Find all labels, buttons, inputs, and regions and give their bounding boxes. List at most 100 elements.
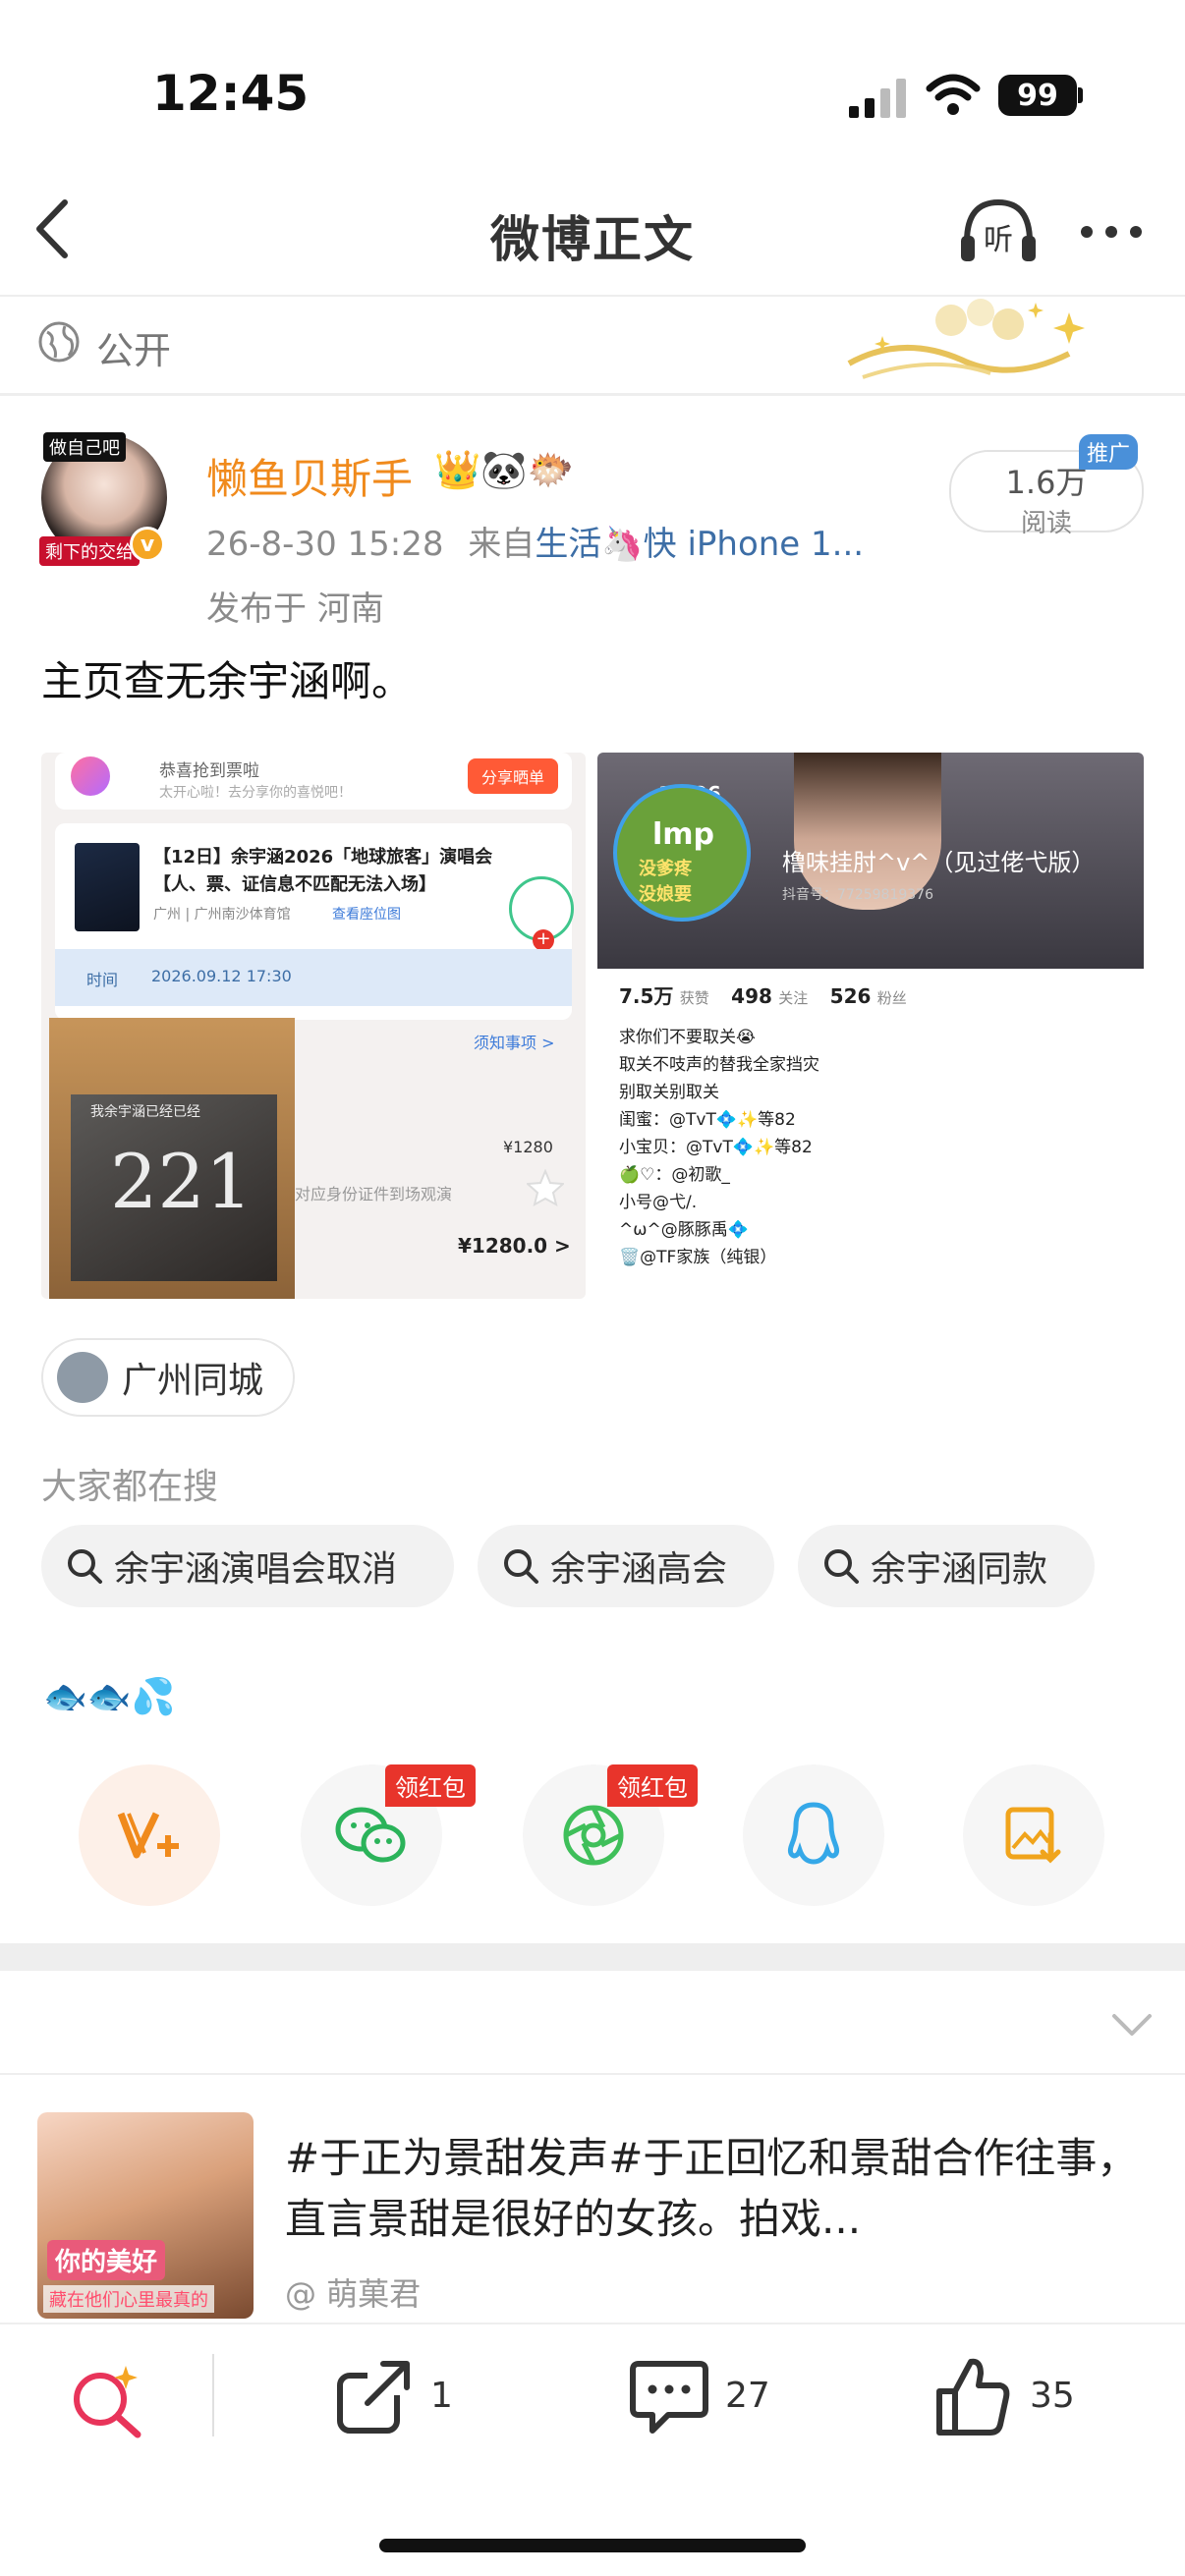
concert-poster xyxy=(75,843,140,931)
avatar-tag-bottom: 剩下的交给 xyxy=(39,536,140,566)
more-options-icon[interactable] xyxy=(1079,224,1144,240)
likes-count: 7.5万 xyxy=(619,984,674,1008)
price-2: ¥1280.0 > xyxy=(458,1234,571,1258)
rec-divider xyxy=(0,2073,1185,2075)
search-chip-label: 余宇涵同款 xyxy=(871,1549,1048,1590)
decorative-ribbon-icon xyxy=(847,299,1085,379)
thumbnail-subcaption: 藏在他们心里最真的 xyxy=(43,2285,214,2313)
status-time: 12:45 xyxy=(152,65,310,122)
search-chip-label: 余宇涵高会 xyxy=(550,1549,728,1590)
post-image-2[interactable]: 15:26 lmp 没爹疼 没娘要 橹味挂肘^v^（见过佬弋版） 抖音号：772… xyxy=(597,753,1144,1299)
followers-label: 粉丝 xyxy=(876,989,907,1007)
qq-icon xyxy=(787,1802,840,1865)
sticker-line-1: lmp xyxy=(652,817,715,852)
search-icon xyxy=(68,1549,102,1584)
bio-line: 别取关别取关 xyxy=(619,1083,719,1102)
bio-line: 小号@弋/. xyxy=(619,1193,698,1212)
section-separator xyxy=(0,1943,1185,1971)
battery-indicator: 99 xyxy=(998,75,1077,116)
bio-line: 求你们不要取关😭 xyxy=(619,1028,756,1047)
search-icon xyxy=(504,1549,538,1584)
globe-icon xyxy=(38,321,80,363)
cellular-signal-icon xyxy=(849,79,906,118)
comment-icon[interactable] xyxy=(629,2358,709,2436)
post-timestamp: 26-8-30 15:28 xyxy=(206,525,444,564)
wifi-icon xyxy=(926,74,981,115)
wechat-icon xyxy=(335,1807,406,1863)
share-qq-button[interactable] xyxy=(743,1764,884,1906)
bottom-bar-separator xyxy=(212,2354,214,2436)
id-note: 对应身份证件到场观演 xyxy=(295,1185,453,1204)
bio-line: 闺蜜：@TvT💠✨等82 xyxy=(619,1110,796,1130)
recommendation-author[interactable]: @ 萌菓君 xyxy=(285,2269,421,2315)
bio-line: 🍏♡：@初歌_ xyxy=(619,1165,730,1185)
recommendation-title[interactable]: #于正为景甜发声#于正回忆和景甜合作往事，直言景甜是很好的女孩。拍戏... xyxy=(285,2128,1150,2250)
user-badges[interactable]: 👑🐼🐡 xyxy=(434,448,574,492)
visibility-label: 公开 xyxy=(96,329,172,372)
notice-link: 须知事项 > xyxy=(474,1034,555,1052)
search-chip[interactable]: 余宇涵高会 xyxy=(478,1525,774,1607)
section-divider xyxy=(0,393,1185,396)
verified-badge-icon: v xyxy=(130,527,165,562)
promo-tag: 推广 xyxy=(1079,434,1139,470)
post-text: 主页查无余宇涵啊。 xyxy=(41,657,414,705)
location-chip[interactable]: 广州同城 xyxy=(41,1338,295,1417)
bio-line: 🗑️@TF家族（纯银） xyxy=(619,1248,777,1267)
ticket-banner-sub: 太开心啦！去分享你的喜悦吧！ xyxy=(159,785,352,801)
save-image-icon xyxy=(1005,1807,1061,1864)
thumbnail-caption: 你的美好 xyxy=(47,2240,166,2280)
location-chip-label: 广州同城 xyxy=(122,1361,264,1401)
building-icon xyxy=(57,1352,108,1403)
listen-label: 听 xyxy=(984,223,1013,257)
likes-label: 获赞 xyxy=(679,989,709,1007)
celebration-icon xyxy=(71,756,110,796)
post-image-1[interactable]: 恭喜抢到票啦 太开心啦！去分享你的喜悦吧！ 分享晒单 【12日】余宇涵2026「… xyxy=(41,753,586,1299)
avatar-tag-top: 做自己吧 xyxy=(43,432,126,462)
read-label: 阅读 xyxy=(1020,509,1072,538)
followers-count: 526 xyxy=(829,984,872,1008)
photo-caption: 我余宇涵已经已经 xyxy=(90,1104,200,1120)
share-vplus-button[interactable] xyxy=(79,1764,220,1906)
ticket-banner-text: 恭喜抢到票啦 xyxy=(159,761,259,781)
bio-line: ^ω^@豚豚禹💠 xyxy=(619,1220,749,1240)
profile-name: 橹味挂肘^v^（见过佬弋版） xyxy=(782,849,1096,876)
bio-line: 取关不吱声的替我全家挡灾 xyxy=(619,1055,819,1075)
bio-line: 小宝贝：@TvT💠✨等82 xyxy=(619,1138,813,1157)
ai-search-icon[interactable] xyxy=(67,2362,149,2440)
ticket-title: 【12日】余宇涵2026「地球旅客」演唱会 xyxy=(153,847,493,868)
repost-icon[interactable] xyxy=(334,2358,413,2436)
ticket-venue: 广州 | 广州南沙体育馆 xyxy=(153,907,291,923)
battery-tip xyxy=(1078,87,1083,103)
share-order-button: 分享晒单 xyxy=(468,758,559,794)
following-label: 关注 xyxy=(778,989,809,1007)
post-meta: 26-8-30 15:28 来自生活🦄快 iPhone 1... xyxy=(206,517,864,565)
repost-count[interactable]: 1 xyxy=(430,2376,453,2416)
like-count[interactable]: 35 xyxy=(1030,2376,1075,2416)
source-prefix: 来自 xyxy=(468,525,536,564)
moments-icon xyxy=(563,1805,624,1866)
sticker-line-3: 没娘要 xyxy=(639,884,692,905)
search-icon xyxy=(824,1549,859,1584)
like-thumb-icon[interactable] xyxy=(933,2354,1012,2438)
vplus-icon xyxy=(117,1812,179,1859)
profile-stats: 7.5万 获赞 498 关注 526 粉丝 xyxy=(619,980,907,1009)
home-indicator[interactable] xyxy=(379,2539,806,2552)
profile-id: 抖音号：77259819376 xyxy=(782,887,933,903)
post-location: 发布于 河南 xyxy=(206,589,384,629)
search-chip[interactable]: 余宇涵同款 xyxy=(798,1525,1095,1607)
save-image-button[interactable] xyxy=(963,1764,1104,1906)
search-chip[interactable]: 余宇涵演唱会取消 xyxy=(41,1525,454,1607)
profile-bio: 求你们不要取关😭 取关不吱声的替我全家挡灾 别取关别取关 闺蜜：@TvT💠✨等8… xyxy=(619,1024,819,1271)
search-chip-label: 余宇涵演唱会取消 xyxy=(114,1549,398,1590)
star-icon xyxy=(527,1169,564,1206)
red-packet-tag: 领红包 xyxy=(607,1764,698,1807)
post-source-link[interactable]: 生活🦄快 iPhone 1... xyxy=(535,525,864,564)
username[interactable]: 懒鱼贝斯手 xyxy=(206,446,413,506)
comment-count[interactable]: 27 xyxy=(725,2376,770,2416)
listen-headphones-icon[interactable]: 听 xyxy=(957,196,1040,265)
seat-map-link: 查看座位图 xyxy=(332,907,401,923)
photo-number: 221 xyxy=(110,1138,254,1225)
red-packet-tag: 领红包 xyxy=(385,1764,476,1807)
chevron-down-icon[interactable] xyxy=(1110,2012,1154,2038)
sticker-line-2: 没爹疼 xyxy=(639,859,692,879)
